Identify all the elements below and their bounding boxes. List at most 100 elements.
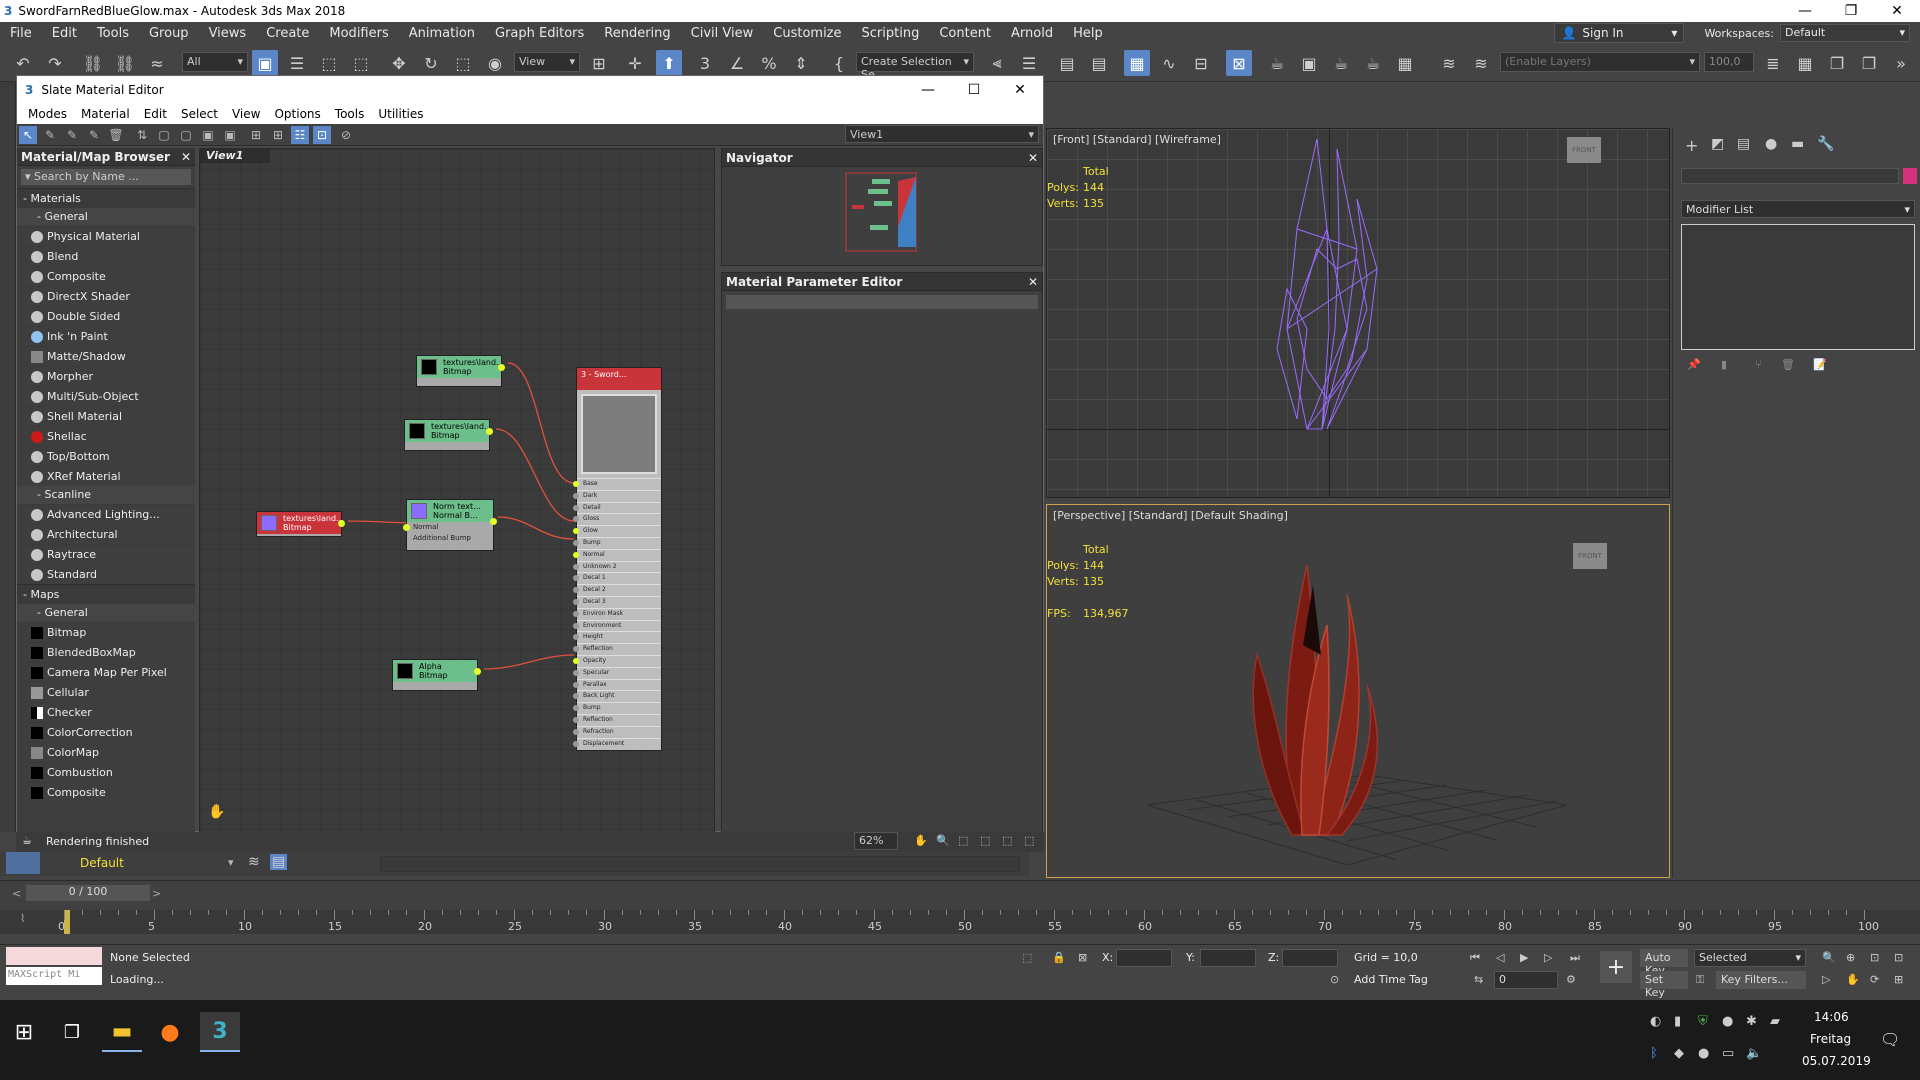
input-port[interactable] xyxy=(573,634,579,641)
zoom-extents-icon[interactable]: ⬚ xyxy=(980,834,990,847)
go-to-end-icon[interactable]: ⏭ xyxy=(1570,951,1580,965)
time-slider[interactable]: 0 / 100 xyxy=(26,885,150,901)
current-frame-field[interactable]: 0 xyxy=(1494,971,1558,989)
play-icon[interactable]: ▶ xyxy=(1520,951,1528,964)
remove-modifier-icon[interactable]: 🗑 xyxy=(1781,358,1795,371)
time-tag-icon[interactable]: ⊙ xyxy=(1330,973,1339,986)
go-to-start-icon[interactable]: ⏮ xyxy=(1470,951,1480,965)
close-icon[interactable]: ✕ xyxy=(1028,275,1038,289)
browser-search-input[interactable]: ▾ Search by Name ... xyxy=(21,169,191,185)
link-icon[interactable]: ⛓ xyxy=(80,50,106,76)
list-item[interactable]: Architectural xyxy=(17,524,195,544)
clock-day[interactable]: Freitag xyxy=(1810,1032,1851,1046)
bitmap-node-2[interactable]: textures\land... Bitmap xyxy=(404,419,493,451)
assign-material-icon[interactable]: ✎ xyxy=(85,126,103,144)
input-port[interactable] xyxy=(573,539,579,546)
toggle-scene-explorer-icon[interactable]: ▤ xyxy=(1054,50,1080,76)
menu-rendering[interactable]: Rendering xyxy=(594,26,680,41)
grid-icon[interactable]: ▦ xyxy=(1792,50,1818,76)
pin-stack-icon[interactable]: 📌 xyxy=(1687,358,1701,371)
input-port[interactable] xyxy=(573,516,579,523)
layer-toggle-icon[interactable]: ▤ xyxy=(270,854,288,870)
layout-children-icon[interactable]: ⊞ xyxy=(269,126,287,144)
maxscript-input[interactable]: MAXScript Mi xyxy=(6,967,102,985)
material-slot[interactable]: Reflection xyxy=(573,713,661,726)
list-item[interactable]: Composite xyxy=(17,266,195,286)
list-item[interactable]: Combustion xyxy=(17,762,195,782)
input-port[interactable] xyxy=(573,646,579,653)
render-activeshade-icon[interactable]: ▦ xyxy=(1392,50,1418,76)
menu-edit[interactable]: Edit xyxy=(42,26,87,41)
workspace-dropdown[interactable]: Default ▾ xyxy=(1780,24,1910,42)
more-icon[interactable]: » xyxy=(1888,50,1914,76)
add-time-tag[interactable]: Add Time Tag xyxy=(1354,973,1428,986)
mpe-field[interactable] xyxy=(726,295,1038,309)
material-slot[interactable]: Refraction xyxy=(573,725,661,738)
material-slot[interactable]: Reflection xyxy=(573,643,661,655)
window-crossing-icon[interactable]: ⬚ xyxy=(348,50,374,76)
list-item[interactable]: Blend xyxy=(17,246,195,266)
material-slot[interactable]: Dark xyxy=(573,489,661,502)
slate-maximize-button[interactable]: ☐ xyxy=(951,76,997,104)
list-item[interactable]: Ink 'n Paint xyxy=(17,326,195,346)
menu-modifiers[interactable]: Modifiers xyxy=(319,26,398,41)
input-port[interactable] xyxy=(573,528,579,535)
alpha-bitmap-node[interactable]: Alpha Bitmap xyxy=(392,659,481,691)
input-port[interactable] xyxy=(573,657,579,664)
layers-icon[interactable]: ≋ xyxy=(1436,50,1462,76)
material-slot[interactable]: Bump xyxy=(573,536,661,549)
menu-civil-view[interactable]: Civil View xyxy=(681,26,764,41)
show-background-icon[interactable]: ▣ xyxy=(199,126,217,144)
close-icon[interactable]: ✕ xyxy=(1028,151,1038,165)
selection-filter-dropdown[interactable]: All ▾ xyxy=(182,52,248,72)
viewcube[interactable]: FRONT xyxy=(1573,543,1607,569)
input-port[interactable] xyxy=(573,598,579,605)
layers-manager-icon[interactable]: ≋ xyxy=(1468,50,1494,76)
material-slot[interactable]: Back Light xyxy=(573,690,661,702)
list-item[interactable]: Checker xyxy=(17,702,195,722)
menu-create[interactable]: Create xyxy=(256,26,319,41)
utilities-tab-icon[interactable]: 🔧 xyxy=(1817,136,1834,152)
toggle-ribbon-icon[interactable]: ▦ xyxy=(1124,50,1150,76)
material-editor-icon[interactable]: ⊠ xyxy=(1226,50,1252,76)
copy-icon[interactable]: ❐ xyxy=(1824,50,1850,76)
configure-sets-icon[interactable]: 📝 xyxy=(1813,358,1827,371)
zoom-all-icon[interactable]: ⬚ xyxy=(1024,834,1034,847)
menu-help[interactable]: Help xyxy=(1063,26,1113,41)
list-item[interactable]: Cellular xyxy=(17,682,195,702)
node-view[interactable]: View1 textures\land... Bitmap textures\la… xyxy=(199,148,715,833)
list-item[interactable]: Multi/Sub-Object xyxy=(17,386,195,406)
3ds-max-taskbar-icon[interactable]: 3 xyxy=(200,1012,240,1052)
menu-customize[interactable]: Customize xyxy=(763,26,851,41)
menu-graph-editors[interactable]: Graph Editors xyxy=(485,26,594,41)
material-slot[interactable]: Environ Mask xyxy=(573,607,661,620)
named-selection-dropdown[interactable]: Create Selection Se ▾ xyxy=(856,52,974,81)
input-port[interactable] xyxy=(573,681,579,688)
select-manipulate-icon[interactable]: ✛ xyxy=(622,50,648,76)
reference-coordinate-dropdown[interactable]: View ▾ xyxy=(514,52,580,72)
list-item[interactable]: Standard xyxy=(17,564,195,584)
list-item[interactable]: ColorCorrection xyxy=(17,722,195,742)
clock-time[interactable]: 14:06 xyxy=(1814,1010,1849,1024)
menu-tools[interactable]: Tools xyxy=(87,26,139,41)
hand-icon[interactable]: ✋ xyxy=(208,804,225,820)
slate-menu-utilities[interactable]: Utilities xyxy=(371,107,430,121)
select-tool-icon[interactable]: ↖ xyxy=(19,126,37,144)
motion-tab-icon[interactable]: ● xyxy=(1765,136,1777,152)
viewcube[interactable]: FRONT xyxy=(1567,137,1601,163)
select-by-material-icon[interactable]: ⊘ xyxy=(337,126,355,144)
display-tab-icon[interactable]: ▬ xyxy=(1791,136,1804,152)
zoom-region-icon[interactable]: ⬚ xyxy=(958,834,968,847)
input-port[interactable] xyxy=(573,492,579,499)
material-id-icon[interactable]: ▣ xyxy=(221,126,239,144)
material-slot[interactable]: Unknown 2 xyxy=(573,560,661,573)
field-of-view-icon[interactable]: ▷ xyxy=(1822,973,1830,986)
input-port[interactable] xyxy=(573,551,579,558)
edit-named-selection-icon[interactable]: { xyxy=(826,50,852,76)
zoom-extents-all-icon[interactable]: ⊡ xyxy=(1894,951,1903,964)
scale-icon[interactable]: ⬚ xyxy=(450,50,476,76)
pivot-point-icon[interactable]: ⊞ xyxy=(586,50,612,76)
render-production-icon[interactable]: ☕ xyxy=(1328,50,1354,76)
usb-icon[interactable]: ▮ xyxy=(1674,1014,1681,1029)
bitmap-node-1[interactable]: textures\land... Bitmap xyxy=(416,355,505,387)
